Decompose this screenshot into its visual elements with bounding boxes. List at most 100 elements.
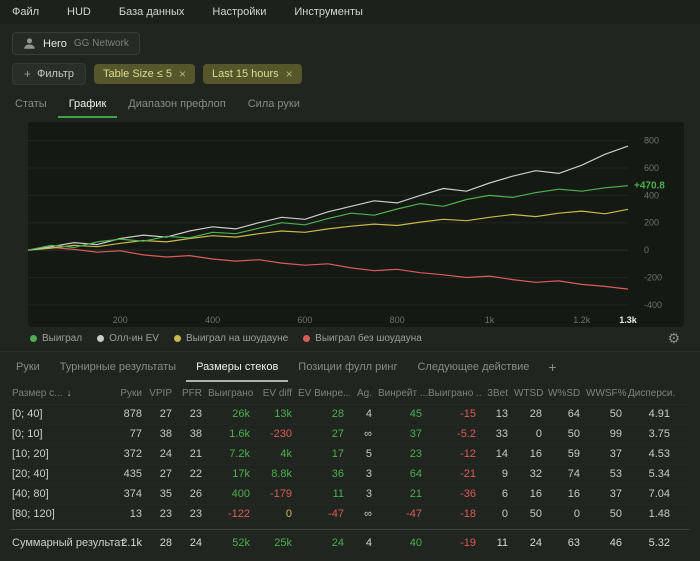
cell: 16 <box>514 488 548 500</box>
svg-text:400: 400 <box>644 190 659 200</box>
cell: 23 <box>378 448 428 460</box>
svg-text:1.3k: 1.3k <box>619 315 638 325</box>
cell: -179 <box>256 488 298 500</box>
report-tab[interactable]: Позиции фулл ринг <box>288 352 407 382</box>
player-network: GG Network <box>74 38 129 49</box>
column-header[interactable]: Винрейт ... <box>378 388 428 399</box>
report-tabs: РукиТурнирные результатыРазмеры стековПо… <box>0 351 700 382</box>
legend-item[interactable]: Выиграл на шоудауне <box>174 333 288 344</box>
chip-close-icon[interactable]: × <box>179 68 186 80</box>
column-header[interactable]: Ag. <box>350 388 378 399</box>
filter-chip[interactable]: Table Size ≤ 5× <box>94 64 195 84</box>
cell: 13 <box>106 508 148 520</box>
cell: 4.91 <box>628 408 676 420</box>
table-row[interactable]: [0; 40]878272326k13k28445-15132864504.91 <box>10 405 690 425</box>
cell: 11 <box>482 537 514 549</box>
cell: 400 <box>208 488 256 500</box>
legend-item[interactable]: Олл-ин EV <box>97 333 159 344</box>
cell: 50 <box>514 508 548 520</box>
chart-settings-gear-icon[interactable]: ⚙ <box>667 331 680 345</box>
menu-item[interactable]: Инструменты <box>294 6 363 18</box>
cell: 35 <box>148 488 178 500</box>
column-header[interactable]: EV Винре... <box>298 388 350 399</box>
report-tab[interactable]: Турнирные результаты <box>50 352 186 382</box>
svg-text:200: 200 <box>113 315 128 325</box>
cell: 28 <box>148 537 178 549</box>
row-label: [40; 80] <box>10 488 106 500</box>
cell: -230 <box>256 428 298 440</box>
table-row[interactable]: [80; 120]132323-1220-47∞-47-180500501.48 <box>10 505 690 525</box>
add-report-tab-button[interactable]: + <box>539 359 565 375</box>
cell: 4.53 <box>628 448 676 460</box>
main-tab[interactable]: Сила руки <box>237 91 311 118</box>
cell: 17k <box>208 468 256 480</box>
cell: 26k <box>208 408 256 420</box>
report-tab[interactable]: Руки <box>6 352 50 382</box>
winnings-chart[interactable]: 8006004002000-200-4002004006008001k1.2k1… <box>28 125 684 327</box>
add-filter-label: Фильтр <box>37 68 74 80</box>
menu-item[interactable]: Настройки <box>212 6 266 18</box>
legend-item[interactable]: Выиграл <box>30 333 82 344</box>
cell: 13 <box>482 408 514 420</box>
cell: -19 <box>428 537 482 549</box>
cell: 2.1k <box>106 537 148 549</box>
column-header[interactable]: W%SD <box>548 388 586 399</box>
report-tab[interactable]: Следующее действие <box>407 352 539 382</box>
table-row[interactable]: [0; 10]7738381.6k-23027∞37-5.233050993.7… <box>10 425 690 445</box>
cell: 50 <box>586 508 628 520</box>
legend-item[interactable]: Выиграл без шоудауна <box>303 333 422 344</box>
menu-item[interactable]: База данных <box>119 6 185 18</box>
menu-item[interactable]: HUD <box>67 6 91 18</box>
column-header[interactable]: Выиграно <box>208 388 256 399</box>
table-row[interactable]: [40; 80]3743526400-17911321-3661616377.0… <box>10 485 690 505</box>
cell: -5.2 <box>428 428 482 440</box>
row-label: [10; 20] <box>10 448 106 460</box>
cell: -47 <box>298 508 350 520</box>
cell: 7.2k <box>208 448 256 460</box>
menu-item[interactable]: Файл <box>12 6 39 18</box>
cell: 3 <box>350 468 378 480</box>
cell: 3 <box>350 488 378 500</box>
report-tab-active[interactable]: Размеры стеков <box>186 352 288 382</box>
column-header[interactable]: Выиграно ... <box>428 388 482 399</box>
chip-close-icon[interactable]: × <box>286 68 293 80</box>
cell: 23 <box>178 408 208 420</box>
player-selector[interactable]: Hero GG Network <box>12 32 140 55</box>
column-header[interactable]: Размер с...↓ <box>10 388 106 399</box>
table-header-row: Размер с...↓РукиVPIPPFRВыиграноEV diffEV… <box>10 382 690 405</box>
main-tab-active[interactable]: График <box>58 91 118 118</box>
table-row[interactable]: [20; 40]435272217k8.8k36364-2193274535.3… <box>10 465 690 485</box>
column-header[interactable]: Дисперси... <box>628 388 676 399</box>
legend-dot-icon <box>97 335 104 342</box>
cell: 4 <box>350 408 378 420</box>
cell: 1.6k <box>208 428 256 440</box>
column-header[interactable]: WTSD <box>514 388 548 399</box>
column-header[interactable]: WWSF% <box>586 388 628 399</box>
column-header[interactable]: EV diff <box>256 388 298 399</box>
cell: -12 <box>428 448 482 460</box>
filter-chip[interactable]: Last 15 hours× <box>203 64 302 84</box>
cell: 878 <box>106 408 148 420</box>
column-header[interactable]: Руки <box>106 388 148 399</box>
column-header[interactable]: 3Bet <box>482 388 514 399</box>
add-filter-button[interactable]: + Фильтр <box>12 63 86 85</box>
legend-dot-icon <box>303 335 310 342</box>
cell: -36 <box>428 488 482 500</box>
chart-panel: 8006004002000-200-4002004006008001k1.2k1… <box>28 122 684 327</box>
table-row[interactable]: [10; 20]37224217.2k4k17523-12141659374.5… <box>10 445 690 465</box>
cell: -21 <box>428 468 482 480</box>
cell: 11 <box>298 488 350 500</box>
row-label: [0; 40] <box>10 408 106 420</box>
column-header[interactable]: PFR <box>178 388 208 399</box>
cell: 8.8k <box>256 468 298 480</box>
cell: 9 <box>482 468 514 480</box>
main-tab[interactable]: Статы <box>4 91 58 118</box>
cell: 28 <box>298 408 350 420</box>
svg-text:800: 800 <box>390 315 405 325</box>
legend-dot-icon <box>174 335 181 342</box>
main-tab[interactable]: Диапазон префлоп <box>117 91 236 118</box>
cell: 38 <box>148 428 178 440</box>
column-header[interactable]: VPIP <box>148 388 178 399</box>
player-icon <box>23 37 36 50</box>
cell: 16 <box>514 448 548 460</box>
